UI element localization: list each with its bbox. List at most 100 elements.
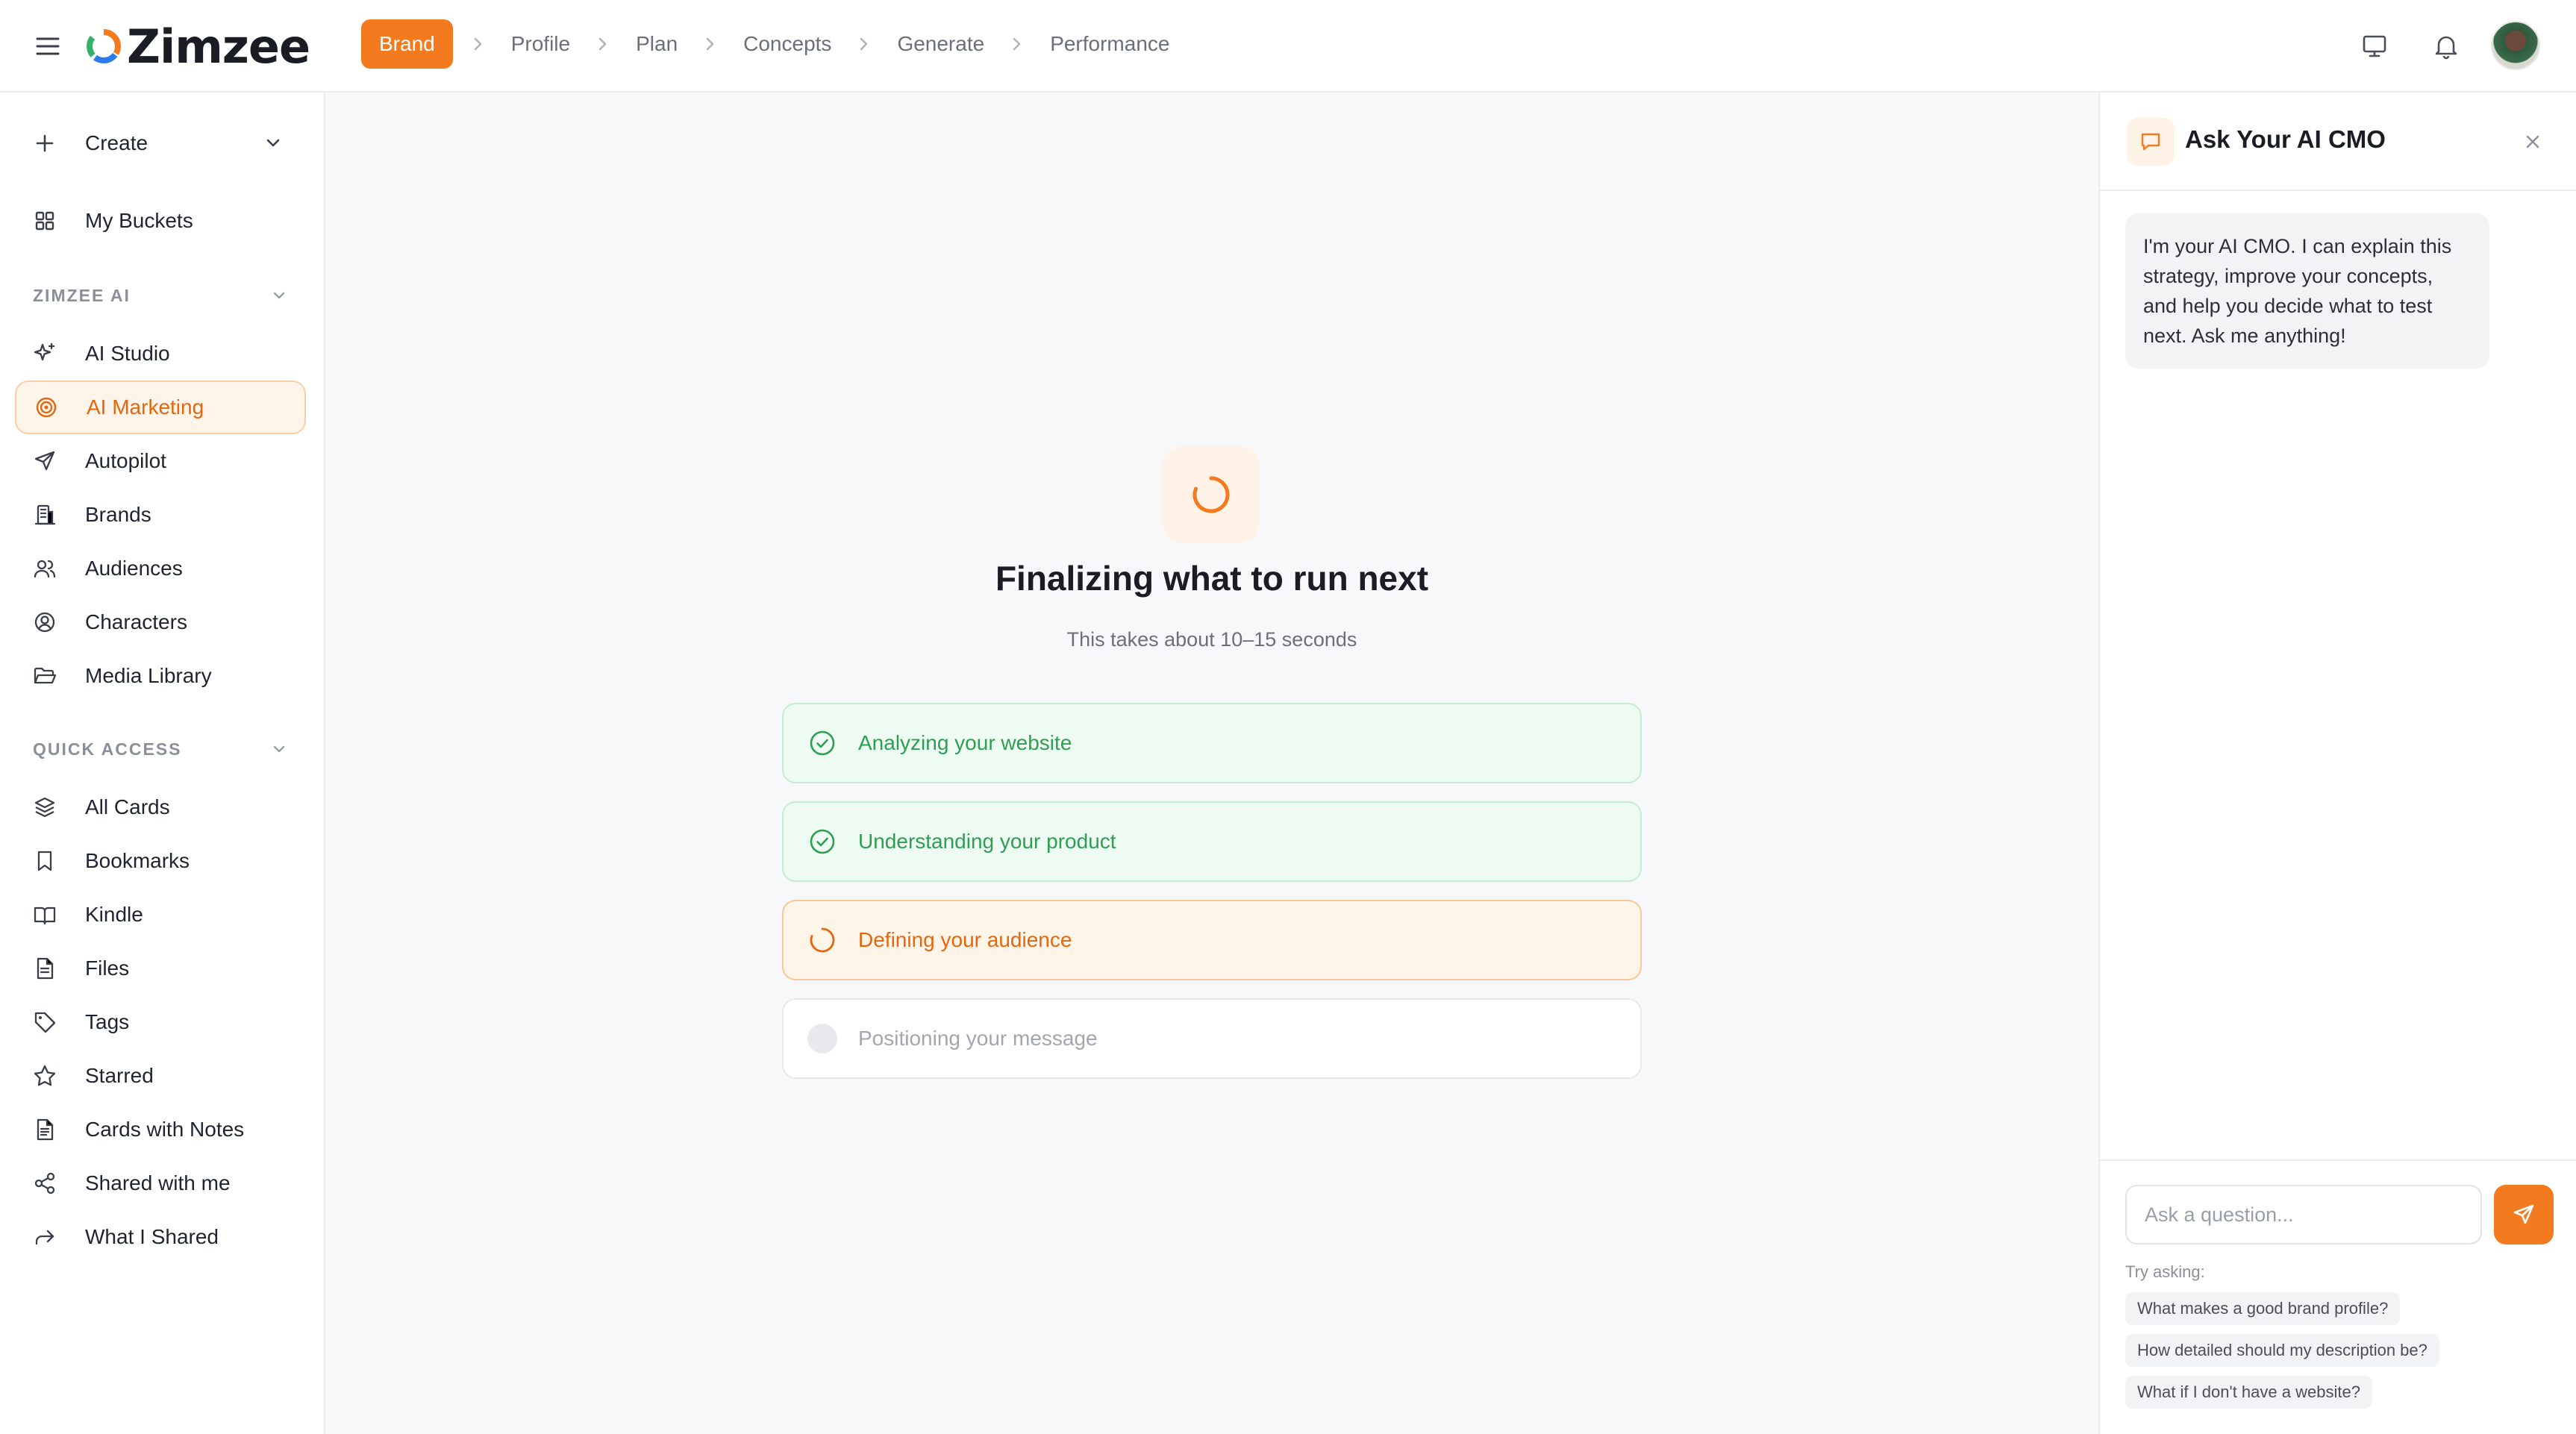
- grid-icon: [35, 211, 54, 231]
- chevron-down-icon[interactable]: [261, 131, 285, 155]
- send-button[interactable]: [2494, 1185, 2554, 1244]
- sidebar-item-shared-with-me[interactable]: Shared with me: [15, 1156, 306, 1210]
- suggestion-chip[interactable]: What makes a good brand profile?: [2125, 1292, 2401, 1325]
- check-circle-icon: [810, 730, 835, 756]
- chat-bubble-icon: [2127, 118, 2175, 166]
- chevron-right-icon: [462, 33, 495, 55]
- sidebar-item-label: Media Library: [85, 664, 212, 687]
- ai-cmo-chat-panel: Ask Your AI CMO I'm your AI CMO. I can e…: [2098, 93, 2576, 1434]
- chevron-right-icon: [1001, 33, 1034, 55]
- sparkles-icon: [34, 342, 55, 361]
- send-icon: [2513, 1204, 2534, 1224]
- chat-title: Ask Your AI CMO: [2185, 125, 2386, 153]
- sidebar-item-all-cards[interactable]: All Cards: [15, 780, 306, 834]
- plus-icon: [36, 134, 54, 152]
- create-button[interactable]: Create: [15, 116, 306, 170]
- sidebar-item-label: Shared with me: [85, 1171, 231, 1195]
- sidebar-item-tags[interactable]: Tags: [15, 995, 306, 1049]
- suggestion-chip[interactable]: What if I don't have a website?: [2125, 1376, 2372, 1409]
- logo-mark-icon: [87, 29, 121, 63]
- sidebar-item-bookmarks[interactable]: Bookmarks: [15, 834, 306, 888]
- sidebar-item-media-library[interactable]: Media Library: [15, 649, 306, 703]
- step-concepts[interactable]: Concepts: [736, 32, 839, 56]
- sidebar-item-what-i-shared[interactable]: What I Shared: [15, 1210, 306, 1264]
- loading-spinner: [1163, 446, 1260, 543]
- forward-icon: [35, 1230, 54, 1245]
- users-icon: [34, 560, 56, 578]
- task-label: Positioning your message: [858, 1027, 1098, 1050]
- hamburger-menu-icon[interactable]: [33, 33, 63, 60]
- share-icon: [34, 1172, 55, 1195]
- task-item: Understanding your product: [782, 801, 1642, 882]
- task-label: Analyzing your website: [858, 731, 1072, 754]
- sidebar-item-label: Files: [85, 956, 130, 980]
- sidebar-item-kindle[interactable]: Kindle: [15, 888, 306, 942]
- sidebar-item-label: AI Studio: [85, 342, 170, 365]
- check-circle-icon: [810, 829, 835, 854]
- sidebar-item-ai-studio[interactable]: AI Studio: [15, 327, 306, 381]
- sidebar-item-my-buckets[interactable]: My Buckets: [15, 194, 306, 248]
- chevron-right-icon: [694, 33, 727, 55]
- sidebar-item-label: Bookmarks: [85, 849, 190, 872]
- step-plan[interactable]: Plan: [628, 32, 685, 56]
- spinner-icon: [810, 927, 835, 953]
- sidebar-item-label: Starred: [85, 1064, 154, 1087]
- close-icon[interactable]: [2521, 130, 2545, 154]
- sidebar-item-autopilot[interactable]: Autopilot: [15, 434, 306, 488]
- monitor-icon[interactable]: [2358, 30, 2391, 63]
- sidebar-item-label: Characters: [85, 610, 187, 633]
- section-label: QUICK ACCESS: [33, 739, 182, 759]
- spinner-icon: [1192, 476, 1230, 513]
- user-circle-icon: [34, 612, 55, 633]
- folder-open-icon: [34, 667, 57, 684]
- layers-icon: [34, 797, 55, 818]
- step-generate[interactable]: Generate: [890, 32, 992, 56]
- sidebar-item-label: Cards with Notes: [85, 1118, 245, 1141]
- task-item: Defining your audience: [782, 900, 1642, 980]
- task-label: Defining your audience: [858, 928, 1072, 951]
- chevron-down-icon[interactable]: [267, 284, 291, 307]
- assistant-message: I'm your AI CMO. I can explain this stra…: [2125, 213, 2489, 369]
- chevron-down-icon[interactable]: [267, 737, 291, 761]
- sidebar-item-label: My Buckets: [85, 209, 193, 232]
- task-item: Analyzing your website: [782, 703, 1642, 783]
- target-icon: [36, 397, 57, 418]
- step-profile[interactable]: Profile: [504, 32, 578, 56]
- logo-text: Zimzee: [127, 19, 310, 74]
- sidebar-item-characters[interactable]: Characters: [15, 595, 306, 649]
- step-performance[interactable]: Performance: [1042, 32, 1177, 56]
- user-avatar[interactable]: [2491, 21, 2540, 70]
- sidebar-item-files[interactable]: Files: [15, 942, 306, 995]
- sidebar-item-label: What I Shared: [85, 1225, 219, 1248]
- sidebar-item-label: Brands: [85, 503, 151, 526]
- sidebar-item-brands[interactable]: Brands: [15, 488, 306, 542]
- bookmark-icon: [37, 851, 52, 871]
- chevron-right-icon: [848, 33, 881, 55]
- sidebar: Create My Buckets ZIMZEE AI AI Studio AI…: [0, 93, 325, 1434]
- suggestion-chip[interactable]: How detailed should my description be?: [2125, 1334, 2439, 1367]
- sidebar-item-starred[interactable]: Starred: [15, 1049, 306, 1103]
- ask-question-input[interactable]: [2125, 1185, 2482, 1244]
- chevron-right-icon: [587, 33, 619, 55]
- star-icon: [34, 1065, 56, 1086]
- tag-icon: [34, 1012, 56, 1033]
- create-label: Create: [85, 131, 149, 154]
- logo[interactable]: Zimzee: [84, 19, 310, 74]
- chat-header: Ask Your AI CMO: [2100, 93, 2576, 191]
- sidebar-item-label: AI Marketing: [87, 395, 204, 419]
- step-brand[interactable]: Brand: [361, 19, 453, 69]
- bell-icon[interactable]: [2430, 30, 2463, 63]
- sidebar-item-audiences[interactable]: Audiences: [15, 542, 306, 595]
- sidebar-item-ai-marketing[interactable]: AI Marketing: [15, 381, 306, 434]
- step-breadcrumb: Brand Profile Plan Concepts Generate Per…: [361, 19, 1177, 69]
- sidebar-item-label: Tags: [85, 1010, 130, 1033]
- task-label: Understanding your product: [858, 830, 1116, 853]
- sidebar-item-label: All Cards: [85, 795, 170, 818]
- try-asking-label: Try asking:: [2125, 1262, 2205, 1281]
- sidebar-item-cards-with-notes[interactable]: Cards with Notes: [15, 1103, 306, 1156]
- book-open-icon: [34, 907, 56, 925]
- section-quick-access: QUICK ACCESS: [33, 734, 291, 764]
- file-icon: [37, 957, 54, 980]
- pending-dot-icon: [807, 1024, 837, 1053]
- main-content: Finalizing what to run next This takes a…: [325, 93, 2098, 1434]
